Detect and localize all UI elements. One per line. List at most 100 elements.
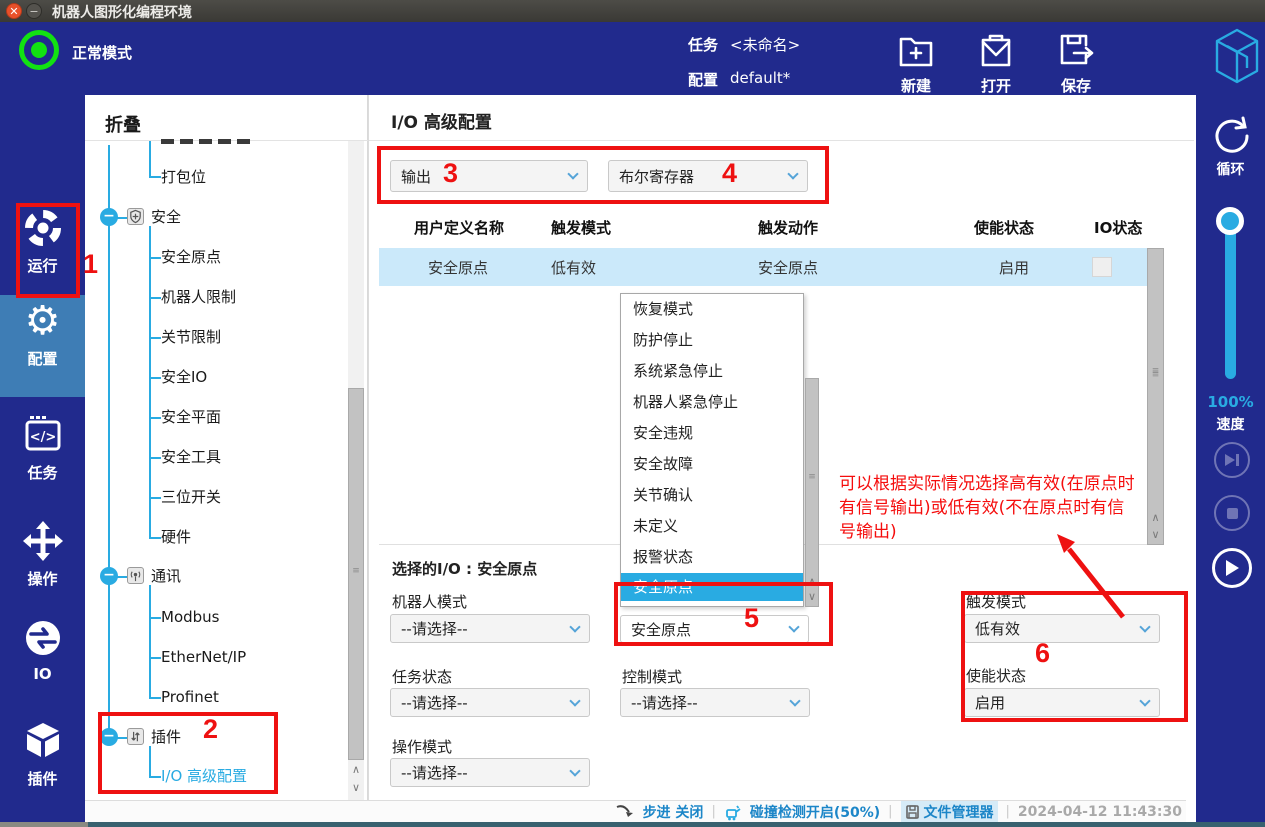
tree-item-profinet[interactable]: Profinet: [161, 687, 219, 707]
table-scrollbar[interactable]: ≡≡ ∧ ∨: [1147, 248, 1164, 545]
window-bottom-edge: [0, 822, 1265, 827]
tree-item-safety-io[interactable]: 安全IO: [161, 367, 207, 387]
nav-item-io[interactable]: IO: [0, 610, 85, 710]
io-state-checkbox[interactable]: [1092, 257, 1112, 277]
divider: [369, 140, 1194, 141]
speed-slider-track[interactable]: [1225, 213, 1236, 379]
io-type-select[interactable]: 输出: [390, 160, 588, 192]
tree-stub: [149, 776, 161, 778]
nav-item-run[interactable]: 运行: [0, 200, 85, 300]
step-forward-button[interactable]: [1214, 442, 1250, 478]
trigger-action-select[interactable]: 安全原点: [620, 615, 809, 643]
io-advanced-config-panel: I/O 高级配置 输出 布尔寄存器 用户定义名称 触发模式 触发动作 使能状态 …: [368, 95, 1193, 800]
task-state-select[interactable]: --请选择--: [390, 688, 590, 717]
tree-collapse-node-comm[interactable]: −: [100, 567, 118, 585]
control-mode-label: 控制模式: [622, 666, 682, 687]
tree-item-safety-tool[interactable]: 安全工具: [161, 447, 221, 467]
tree-trunk-line: [108, 145, 110, 740]
shield-icon: [127, 208, 144, 225]
tree-item-robot-limit[interactable]: 机器人限制: [161, 287, 236, 307]
loop-icon: [1210, 113, 1252, 155]
speed-label: 速度: [1196, 414, 1265, 434]
mode-indicator-icon: [19, 30, 59, 70]
dropdown-option[interactable]: 未定义: [621, 511, 803, 542]
table-scroll-up-button[interactable]: ∧: [1148, 511, 1163, 525]
nav-item-operate[interactable]: 操作: [0, 513, 85, 613]
move-arrows-icon: [21, 519, 65, 563]
nav-item-plugin[interactable]: 插件: [0, 713, 85, 813]
tree-scrollbar[interactable]: ≡ ∧ ∨: [348, 141, 364, 800]
tree-collapse-node-safety[interactable]: −: [100, 208, 118, 226]
tree-stub: [117, 576, 127, 578]
tree-item-plugin[interactable]: 插件: [151, 727, 181, 747]
dropdown-option[interactable]: 报警状态: [621, 542, 803, 573]
window-minimize-button[interactable]: −: [26, 3, 42, 19]
enable-state-select[interactable]: 启用: [964, 688, 1160, 717]
task-value: <未命名>: [730, 34, 800, 55]
save-button[interactable]: 保存: [1041, 31, 1111, 96]
dropdown-option[interactable]: 机器人紧急停止: [621, 387, 803, 418]
dropdown-option[interactable]: 恢复模式: [621, 294, 803, 325]
new-file-icon: [896, 31, 936, 69]
open-button[interactable]: 打开: [961, 31, 1031, 96]
file-manager-button[interactable]: 文件管理器: [901, 801, 998, 823]
tree-scrollbar-thumb[interactable]: ≡: [348, 388, 364, 760]
collapse-button[interactable]: 折叠: [105, 111, 141, 137]
tree-item-joint-limit[interactable]: 关节限制: [161, 327, 221, 347]
tree-stub: [117, 217, 127, 219]
tree-item-pack-position[interactable]: 打包位: [161, 167, 206, 187]
table-scroll-down-button[interactable]: ∨: [1148, 528, 1163, 542]
tree-item-safety-home[interactable]: 安全原点: [161, 247, 221, 267]
operate-mode-label: 操作模式: [392, 736, 452, 757]
annotation-note-line1: 可以根据实际情况选择高有效(在原点时: [839, 472, 1135, 496]
tree-item-three-position-switch[interactable]: 三位开关: [161, 487, 221, 507]
tree-item-ethernet-ip[interactable]: EtherNet/IP: [161, 647, 246, 667]
play-button[interactable]: [1212, 548, 1252, 588]
dropdown-scrollbar[interactable]: ≡ ∧ ∨: [805, 378, 819, 607]
tree-stub: [149, 697, 161, 699]
file-manager-label: 文件管理器: [924, 802, 994, 822]
callout-number-2: 2: [203, 714, 218, 745]
nav-item-task[interactable]: </> 任务: [0, 407, 85, 507]
window-close-button[interactable]: ✕: [6, 3, 22, 19]
robot-mode-select[interactable]: --请选择--: [390, 614, 590, 643]
stop-button[interactable]: [1214, 495, 1250, 531]
config-tree-panel: 折叠 − − − 打包位 安全 安全原点 机器人限制 关节限制 安全IO 安全平…: [85, 95, 368, 800]
nav-label-io: IO: [0, 665, 85, 683]
tree-item-clipped[interactable]: [161, 139, 253, 144]
step-mode-status[interactable]: 步进 关闭: [643, 802, 704, 822]
register-type-select[interactable]: 布尔寄存器: [608, 160, 808, 192]
operate-mode-select[interactable]: --请选择--: [390, 758, 590, 787]
dropdown-option[interactable]: 防护停止: [621, 325, 803, 356]
status-datetime: 2024-04-12 11:43:30: [1018, 804, 1182, 820]
dropdown-option[interactable]: 关节确认: [621, 480, 803, 511]
speed-slider-knob[interactable]: [1216, 207, 1244, 235]
task-state-label: 任务状态: [392, 666, 452, 687]
tree-item-io-advanced-config[interactable]: I/O 高级配置: [161, 766, 247, 786]
control-mode-select[interactable]: --请选择--: [620, 688, 810, 717]
nav-item-config[interactable]: ⚙ 配置: [0, 295, 85, 397]
control-mode-value: --请选择--: [631, 692, 785, 713]
dropdown-option[interactable]: 安全故障: [621, 449, 803, 480]
chevron-down-icon: [567, 168, 578, 179]
code-task-icon: </>: [21, 413, 65, 457]
dropdown-option[interactable]: 安全违规: [621, 418, 803, 449]
tree-item-safety[interactable]: 安全: [151, 207, 181, 227]
tree-scroll-up-button[interactable]: ∧: [348, 763, 364, 777]
dropdown-option-selected[interactable]: 安全原点: [621, 573, 803, 601]
tree-item-safety-plane[interactable]: 安全平面: [161, 407, 221, 427]
speed-percent: 100%: [1196, 393, 1265, 411]
tree-collapse-node-plugin[interactable]: −: [100, 728, 118, 746]
tree-item-hardware[interactable]: 硬件: [161, 527, 191, 547]
dropdown-option[interactable]: 系统紧急停止: [621, 356, 803, 387]
tree-scroll-down-button[interactable]: ∨: [348, 781, 364, 795]
dropdown-scroll-down-button[interactable]: ∨: [806, 590, 818, 604]
table-row[interactable]: 安全原点 低有效 安全原点 启用: [379, 248, 1147, 286]
dropdown-scroll-up-button[interactable]: ∧: [806, 575, 818, 589]
tree-item-modbus[interactable]: Modbus: [161, 607, 219, 627]
plugin-cube-icon: [21, 719, 65, 763]
new-button[interactable]: 新建: [881, 31, 951, 96]
callout-number-3: 3: [443, 158, 458, 189]
collision-detect-status[interactable]: 碰撞检测开启(50%): [750, 802, 880, 822]
tree-item-communication[interactable]: 通讯: [151, 566, 181, 586]
